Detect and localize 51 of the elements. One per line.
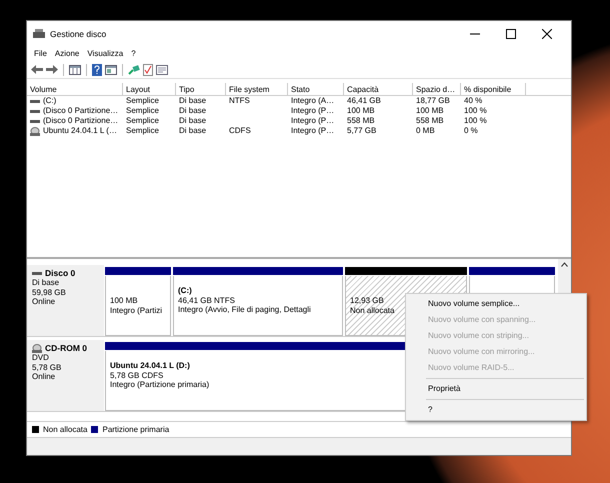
disk-info: Online [32, 372, 56, 382]
partition-info: 12,93 GB [350, 296, 384, 306]
legend-label: Non allocata [43, 424, 88, 434]
table-cell: Semplice [126, 106, 159, 116]
table-cell: Di base [179, 96, 206, 106]
table-cell: 18,77 GB [416, 96, 450, 106]
partition-info: Integro (Partizione primaria) [110, 380, 210, 390]
partition-info: Integro (Partizi [110, 306, 162, 316]
table-cell: Integro (A… [291, 96, 334, 106]
window-title: Gestione disco [50, 28, 106, 40]
table-cell: 100 MB [416, 106, 444, 116]
partition-title: Ubuntu 24.04.1 L (D:) [110, 361, 190, 371]
disk-info: 5,78 GB [32, 362, 62, 372]
table-cell: Di base [179, 116, 206, 126]
partition-info: Non allocata [350, 306, 394, 316]
table-cell: Integro (P… [291, 106, 334, 116]
table-cell: (Disco 0 Partizione… [43, 116, 118, 126]
table-cell: Ubuntu 24.04.1 L (… [43, 126, 117, 136]
table-cell: Di base [179, 106, 206, 116]
disk-info: 59,98 GB [32, 288, 67, 298]
table-cell: 40 % [464, 96, 482, 106]
partition-title: (C:) [178, 286, 192, 296]
table-cell: 100 MB [347, 106, 375, 116]
table-cell: Integro (P… [291, 126, 334, 136]
table-cell: 100 % [464, 106, 487, 116]
partition-info: 5,78 GB CDFS [110, 370, 164, 380]
table-cell: Semplice [126, 126, 159, 136]
table-cell: Semplice [126, 96, 159, 106]
disk-name: CD-ROM 0 [45, 343, 88, 354]
table-cell: Semplice [126, 116, 159, 126]
legend-label: Partizione primaria [102, 424, 170, 434]
table-cell: CDFS [229, 126, 251, 136]
partition-info: 46,41 GB NTFS [178, 296, 235, 306]
table-cell: Integro (P… [291, 116, 334, 126]
disk-name: Disco 0 [45, 268, 76, 278]
table-cell: 0 MB [416, 126, 435, 136]
table-cell: 5,77 GB [347, 126, 376, 136]
table-cell: 46,41 GB [347, 96, 381, 106]
partition-info: Integro (Avvio, File di paging, Dettagli [178, 305, 311, 315]
table-cell: NTFS [229, 96, 250, 106]
disk-info: DVD [32, 353, 50, 363]
table-cell: 558 MB [347, 116, 375, 126]
table-cell: 100 % [464, 116, 487, 126]
partition-info: 100 MB [110, 296, 138, 306]
table-cell: 558 MB [416, 116, 444, 126]
table-cell: (Disco 0 Partizione… [43, 106, 118, 116]
table-cell: 0 % [464, 126, 478, 136]
table-cell: Di base [179, 126, 206, 136]
disk-info: Di base [32, 278, 60, 288]
table-cell: (C:) [43, 96, 56, 106]
disk-info: Online [32, 297, 56, 307]
